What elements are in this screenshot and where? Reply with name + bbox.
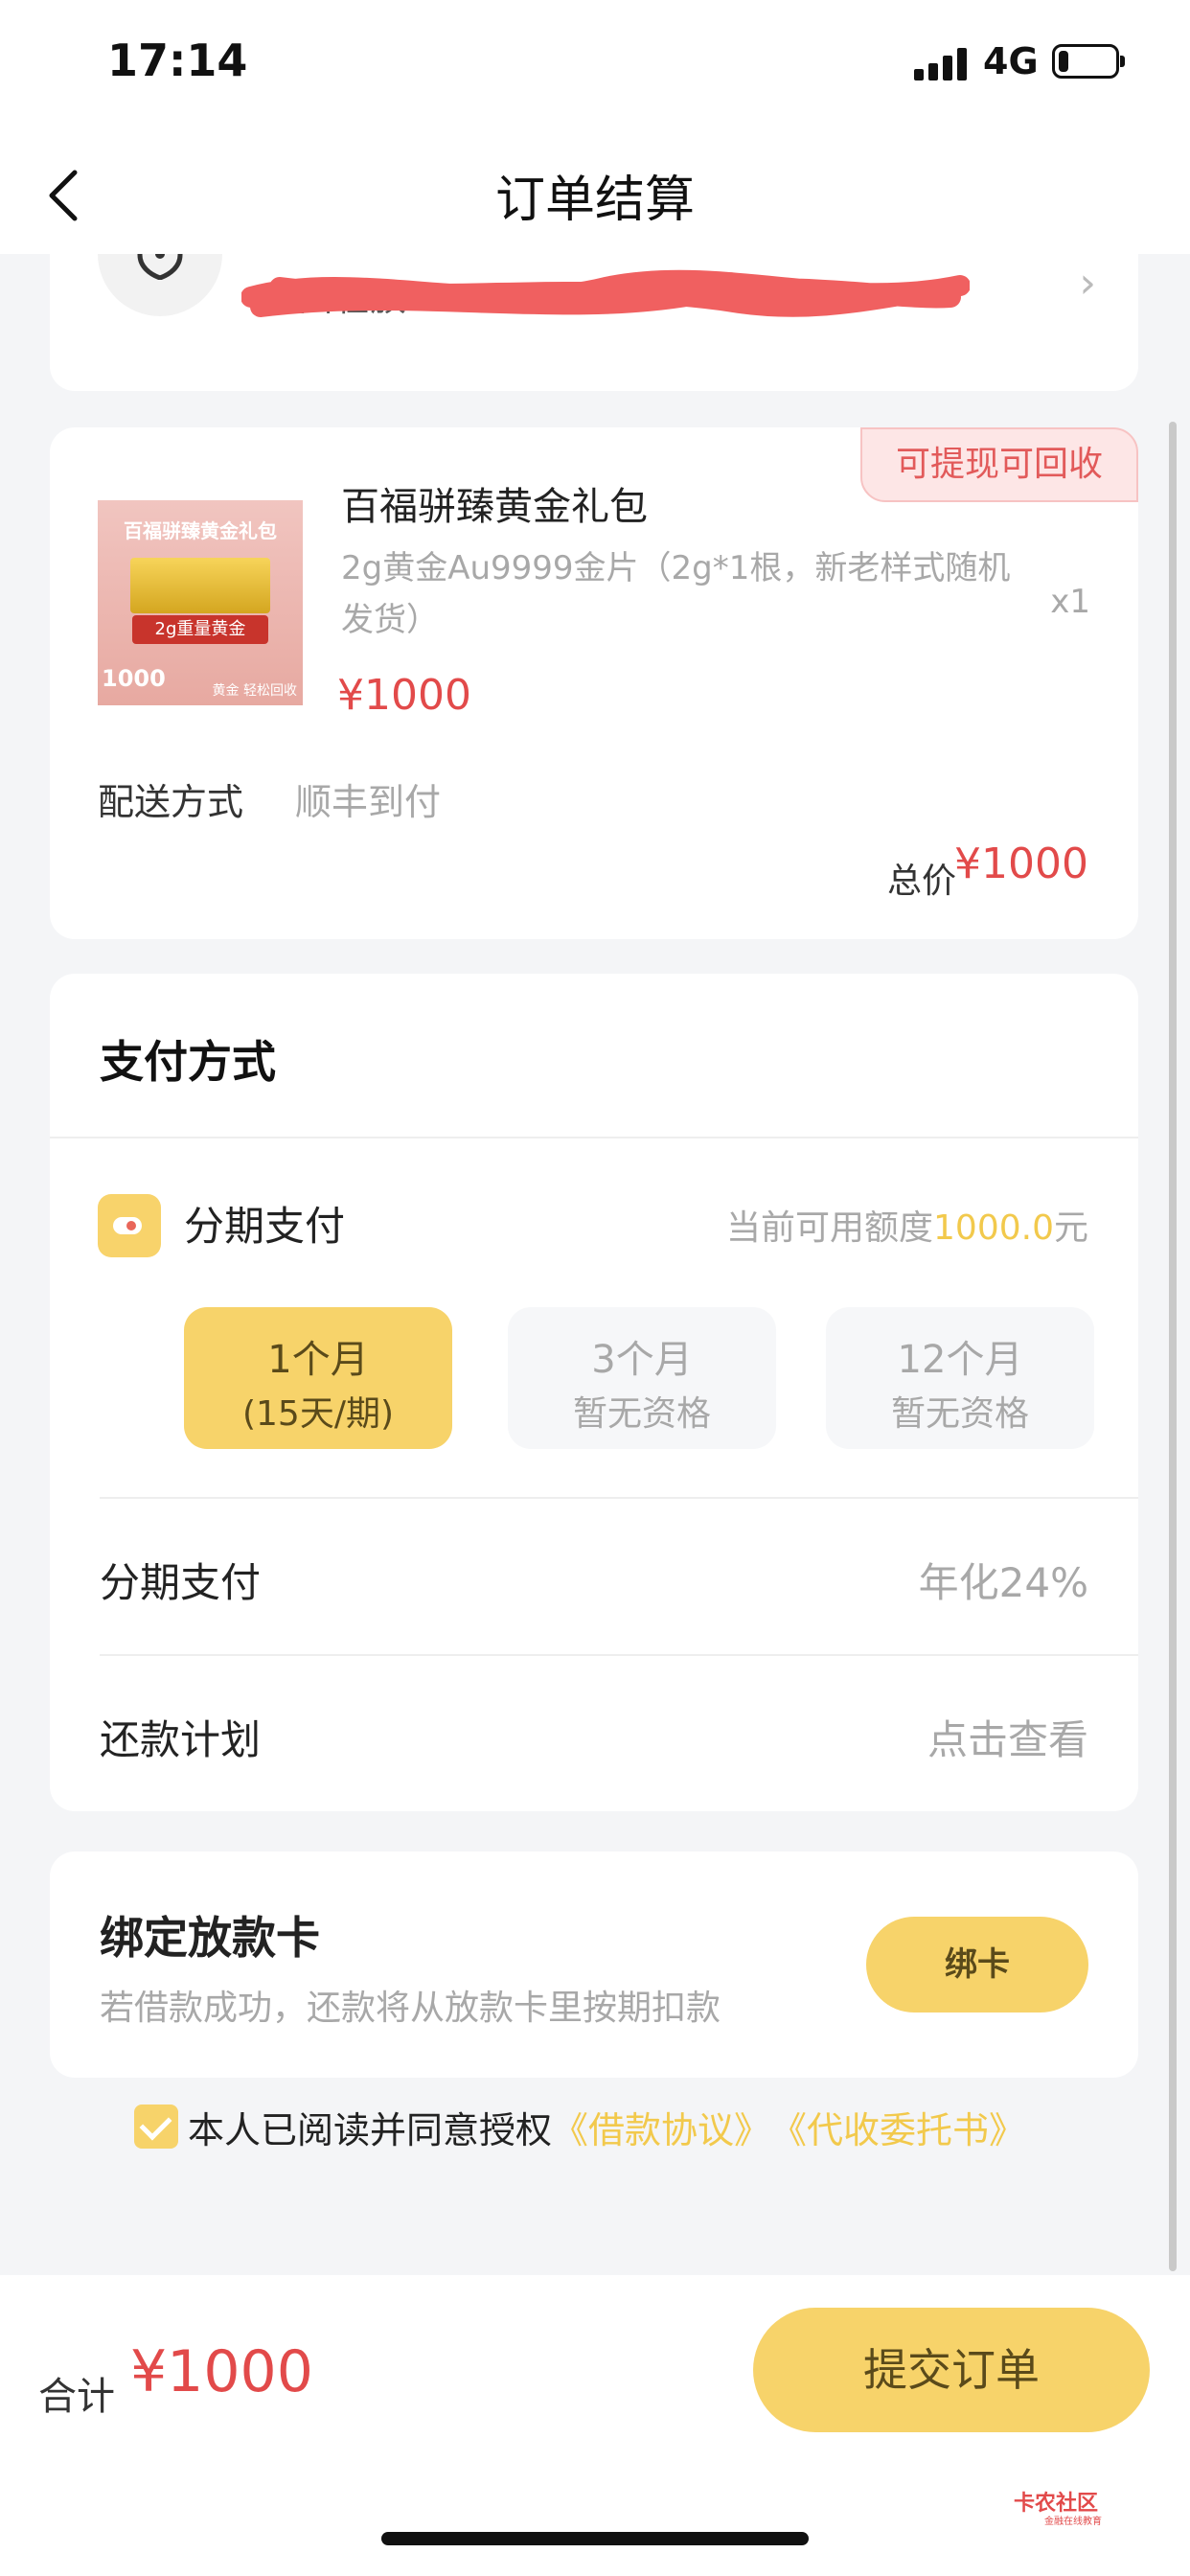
payment-title: 支付方式 [100,1036,276,1088]
term-period: 3个月 [591,1338,693,1382]
page-title: 订单结算 [494,172,695,229]
product-quantity: x1 [1050,583,1090,621]
battery-level [1059,51,1068,72]
term-option-12-month[interactable]: 12个月 暂无资格 [826,1307,1094,1449]
shipping-value: 顺丰到付 [295,781,442,823]
view-plan-link[interactable]: 点击查看 [927,1708,1088,1766]
nav-bar: 订单结算 [0,134,1190,254]
term-period: 1个月 [267,1338,369,1382]
available-quota: 当前可用额度1000.0元 [726,1200,1088,1250]
status-time: 17:14 [107,34,248,86]
product-image-price: 1000 [102,665,166,692]
collection-authorization-link[interactable]: 《代收委托书》 [770,2101,1025,2153]
withdraw-recycle-badge: 可提现可回收 [860,427,1138,502]
sum-label: 合计 [38,2375,115,2419]
quota-suffix: 元 [1053,1208,1088,1248]
signal-icon [914,48,968,80]
submit-order-button[interactable]: 提交订单 [753,2308,1150,2432]
payment-card: 支付方式 分期支付 当前可用额度1000.0元 1个月 (15天/期) 3个月 … [50,974,1138,1811]
scrollbar[interactable] [1169,422,1177,2271]
agreement-text: 本人已阅读并同意授权 [188,2108,553,2151]
term-option-1-month[interactable]: 1个月 (15天/期) [184,1307,452,1449]
product-image-title: 百福骈臻黄金礼包 [124,519,277,542]
home-indicator[interactable] [381,2532,809,2545]
bind-card-title: 绑定放款卡 [100,1912,320,1964]
total-price-label: 总价 [886,862,956,901]
product-card: 可提现可回收 百福骈臻黄金礼包 2g重量黄金 1000 黄金 轻松回收 百福骈臻… [50,427,1138,939]
rate-value: 年化24% [918,1559,1088,1606]
product-name: 百福骈臻黄金礼包 [341,485,648,529]
rate-label: 分期支付 [100,1559,262,1606]
total-price-value: ¥1000 [954,840,1088,888]
quota-amount: 1000.0 [933,1208,1054,1248]
sum-value: ¥1000 [130,2338,313,2405]
product-description: 2g黄金Au9999金片（2g*1根，新老样式随机发货） [341,549,1011,639]
gold-bar-graphic [130,558,270,613]
product-price: ¥1000 [337,671,471,720]
shipping-label: 配送方式 [98,781,244,823]
bind-card-section: 绑定放款卡 若借款成功，还款将从放款卡里按期扣款 绑卡 [50,1852,1138,2078]
product-image-note: 黄金 轻松回收 [212,683,297,699]
quota-prefix: 当前可用额度 [726,1208,934,1248]
product-image[interactable]: 百福骈臻黄金礼包 2g重量黄金 1000 黄金 轻松回收 [98,500,303,705]
term-option-3-month[interactable]: 3个月 暂无资格 [508,1307,776,1449]
term-period: 12个月 [897,1338,1023,1382]
bottom-bar: 合计 ¥1000 提交订单 卡农社区 金融在线教育 [0,2275,1190,2576]
redaction-scribble [241,269,970,317]
agreement-checkbox[interactable] [134,2104,178,2149]
loan-agreement-link[interactable]: 《借款协议》 [552,2101,770,2153]
bind-card-button[interactable]: 绑卡 [866,1917,1088,2012]
network-type: 4G [983,40,1039,82]
term-detail: (15天/期) [241,1394,395,1434]
divider [50,1137,1138,1138]
term-detail: 暂无资格 [572,1394,711,1434]
chevron-right-icon: › [1079,259,1096,308]
product-image-weight: 2g重量黄金 [132,615,268,644]
bind-card-description: 若借款成功，还款将从放款卡里按期扣款 [100,1989,721,2028]
wallet-icon [98,1194,161,1257]
watermark-subtitle: 金融在线教育 [1044,2517,1102,2527]
status-bar: 17:14 4G [0,0,1190,134]
battery-icon [1052,44,1125,79]
divider [100,1654,1138,1656]
divider [100,1497,1138,1499]
term-detail: 暂无资格 [890,1394,1029,1434]
repayment-plan-label: 还款计划 [100,1716,262,1763]
agreement-row: 本人已阅读并同意授权 《借款协议》 《代收委托书》 [134,2104,1025,2151]
installment-label: 分期支付 [184,1203,346,1250]
